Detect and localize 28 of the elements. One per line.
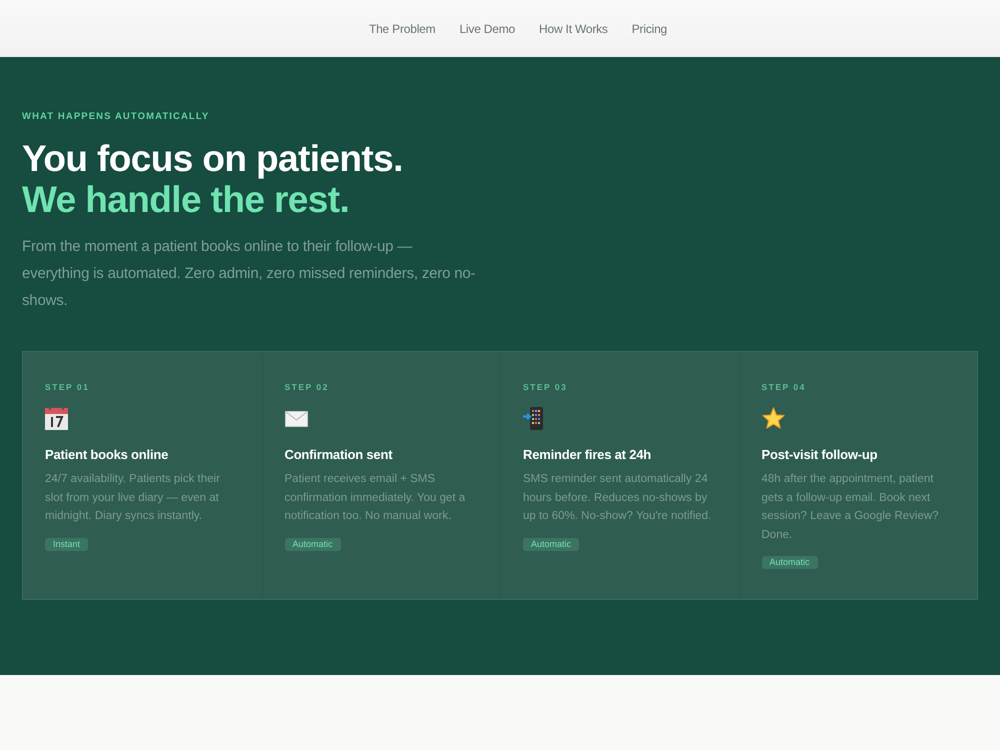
step-description: 24/7 availability. Patients pick their slot from your live diary — even at midnight. Diary syncs instantly. [45, 472, 221, 524]
step-title: Confirmation sent [284, 447, 392, 463]
section-description: From the moment a patient books online to their follow-up — everything is automated. Zero admin, zero missed reminders, zero no-shows. [22, 237, 476, 311]
step-label: STEP 03 [523, 381, 568, 393]
step-title: Post-visit follow-up [762, 447, 878, 463]
step-badge: Instant [45, 538, 88, 550]
step-description: 48h after the appointment, patient gets a follow-up email. Book next session? Leave a Google Review? Done. [762, 472, 940, 542]
step-label: STEP 01 [45, 381, 90, 393]
phone-icon [523, 407, 545, 430]
headline: You focus on patients. [22, 138, 403, 179]
step-description: SMS reminder sent automatically 24 hours before. Reduces no-shows by up to 60%. No-show? You're notified. [523, 472, 712, 524]
calendar-icon [45, 407, 68, 430]
step-description: Patient receives email + SMS confirmation immediately. You get a notification too. No manual work. [284, 472, 466, 524]
star-icon [762, 407, 784, 429]
step-title: Patient books online [45, 447, 168, 463]
step-label: STEP 02 [284, 381, 329, 393]
nav-link[interactable]: Live Demo [459, 20, 516, 38]
step-badge: Automatic [523, 538, 580, 550]
step-badge: Automatic [762, 556, 818, 569]
section-eyebrow: WHAT HAPPENS AUTOMATICALLY [22, 110, 210, 124]
nav-link[interactable]: Pricing [632, 20, 668, 38]
nav-link[interactable]: How It Works [539, 20, 608, 38]
step-badge: Automatic [284, 538, 341, 550]
step-title: Reminder fires at 24h [523, 447, 652, 463]
envelope-icon [284, 411, 308, 427]
step-label: STEP 04 [762, 381, 806, 393]
nav-link[interactable]: The Problem [368, 20, 436, 38]
headline-accent: We handle the rest. [22, 179, 350, 220]
